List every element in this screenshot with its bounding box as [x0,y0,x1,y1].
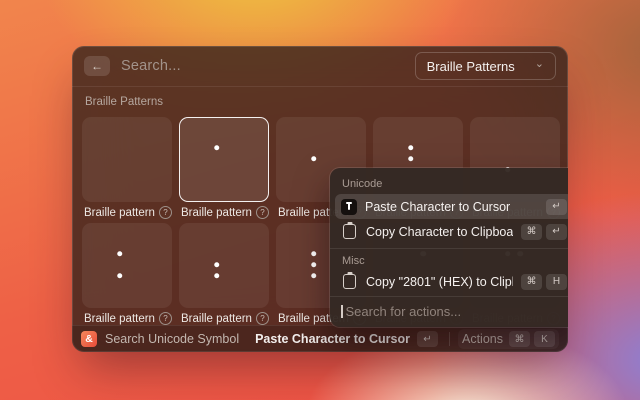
cell-label-text: Braille pattern d... [181,207,252,219]
popup-action-item[interactable]: Paste Character to Cursor ↵ [335,194,568,219]
cell-label: Braille pattern d...? [82,312,172,325]
back-button[interactable]: ← [84,56,110,76]
popup-section-title: Misc [335,249,568,271]
extension-label: Search Unicode Symbol [105,332,239,346]
braille-cell[interactable] [82,223,172,308]
braille-dot [214,262,220,268]
braille-dot [214,145,220,151]
info-icon[interactable]: ? [256,312,269,325]
key-badge: H [546,274,567,290]
braille-dot [117,273,123,279]
popup-search-input[interactable]: Search for actions... [330,296,568,327]
popup-action-item[interactable]: Copy "2801" (HEX) to Clipboard ⌘H [335,271,568,292]
cell-label: Braille pattern b...? [82,206,172,219]
cell-label: Braille pattern d...? [179,312,269,325]
launcher-window: ← Search... Braille Patterns ⌄ Braille P… [72,46,568,352]
cell-label-text: Braille pattern b... [84,207,155,219]
paste-cursor-icon [341,199,357,215]
actions-shortcut: ⌘K [509,331,555,347]
return-key-icon: ↵ [417,331,438,347]
search-input[interactable]: Search... [121,58,404,74]
braille-dot [214,273,220,279]
braille-dot [311,273,317,279]
actions-popup: UnicodePaste Character to Cursor↵Copy Ch… [330,168,568,327]
k-key-icon: K [534,331,555,347]
section-title: Braille Patterns [85,96,568,108]
primary-action-label: Paste Character to Cursor [255,332,410,346]
divider [449,332,450,346]
shortcut-keys: ↵ [546,199,567,215]
unicode-extension-icon: & [81,331,97,347]
popup-action-label: Copy "2801" (HEX) to Clipboard [366,275,513,289]
back-arrow-icon: ← [91,59,103,73]
shortcut-keys: ⌘H [521,274,567,290]
popup-action-item[interactable]: Copy Character to Clipboard ⌘↵ [335,219,568,244]
key-badge: ↵ [546,199,567,215]
shortcut-keys: ⌘↵ [521,224,567,240]
braille-dot [408,145,414,151]
cell-label: Braille pattern d...? [179,206,269,219]
actions-button[interactable]: Actions ⌘K [458,329,559,349]
cell-label-text: Braille pattern d... [181,313,252,325]
category-dropdown[interactable]: Braille Patterns ⌄ [415,52,556,80]
key-badge: ⌘ [521,274,542,290]
info-icon[interactable]: ? [256,206,269,219]
primary-action-button[interactable]: Paste Character to Cursor ↵ [252,329,441,349]
key-badge: ↵ [546,224,567,240]
braille-dot [311,156,317,162]
braille-cell[interactable] [179,223,269,308]
info-icon[interactable]: ? [159,206,172,219]
command-key-icon: ⌘ [509,331,530,347]
braille-dot [311,251,317,257]
key-badge: ⌘ [521,224,542,240]
popup-search-placeholder: Search for actions... [346,304,462,319]
status-bar: & Search Unicode Symbol Paste Character … [72,325,568,352]
top-bar: ← Search... Braille Patterns ⌄ [72,46,568,87]
cell-label-text: Braille pattern d... [84,313,155,325]
clipboard-icon [343,224,356,239]
popup-section-title: Unicode [335,172,568,194]
braille-cell-selected[interactable] [179,117,269,202]
status-bar-right: Paste Character to Cursor ↵ Actions ⌘K [252,329,559,349]
braille-dot [311,262,317,268]
text-cursor [341,305,343,318]
info-icon[interactable]: ? [159,312,172,325]
dropdown-value: Braille Patterns [427,59,515,74]
clipboard-icon [343,274,356,289]
popup-action-label: Copy Character to Clipboard [366,225,513,239]
braille-dot [408,156,414,162]
popup-action-label: Paste Character to Cursor [365,200,538,214]
actions-label: Actions [462,332,503,346]
braille-dot [117,251,123,257]
braille-cell[interactable] [82,117,172,202]
